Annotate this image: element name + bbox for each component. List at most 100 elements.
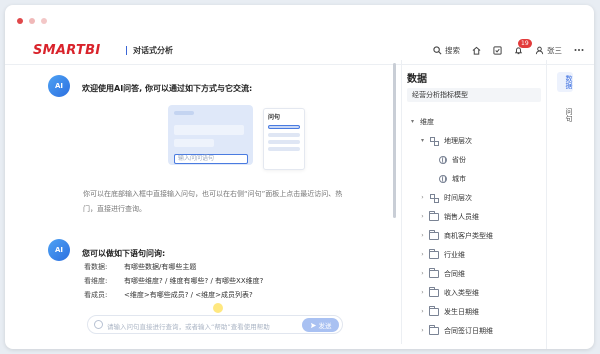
illustration-chat-card: 输入问问语句 (168, 105, 253, 165)
chevron-down-icon[interactable]: ▾ (409, 118, 416, 125)
maximize-window-dot[interactable] (41, 18, 47, 24)
tree-item-dimensions[interactable]: ▾ 维度 (401, 112, 546, 131)
tree-item-province[interactable]: 省份 (401, 150, 546, 169)
chevron-right-icon[interactable]: › (419, 213, 426, 220)
tree-item-label: 发生日期维 (444, 307, 479, 316)
tree-item-label: 商机客户类型维 (444, 231, 493, 240)
chevron-right-icon[interactable]: › (419, 251, 426, 258)
tree-item-revenue-type[interactable]: › 收入类型维 (401, 283, 546, 302)
hierarchy-icon (429, 136, 439, 146)
ai-avatar: AI (48, 75, 70, 97)
minimize-window-dot[interactable] (29, 18, 35, 24)
notification-button[interactable]: 19 (514, 38, 532, 55)
tree-item-time-hierarchy[interactable]: › 时间层次 (401, 188, 546, 207)
usage-hint: 你可以在底部输入框中直接输入问句，也可以在右侧“问句”面板上点击最近访问、热 门… (83, 187, 388, 217)
folder-icon (429, 324, 439, 335)
home-icon (472, 46, 481, 55)
question-value[interactable]: 有哪些数据/有哪些主题 (124, 260, 196, 274)
usage-hint-line: 门，直接进行查询。 (83, 205, 146, 213)
home-button[interactable] (472, 46, 481, 55)
folder-icon (429, 248, 439, 259)
illustration-input: 输入问问语句 (174, 154, 248, 164)
question-key: 看成员: (84, 291, 108, 299)
smartbi-logo[interactable]: SMARTBI (33, 43, 101, 58)
globe-icon (439, 174, 447, 183)
user-icon (535, 46, 544, 54)
question-example-row: 看数据: 有哪些数据/有哪些主题 (84, 260, 263, 274)
questions-title: 您可以做如下语句问询: (82, 249, 166, 258)
send-button[interactable]: 发送 (302, 318, 339, 332)
tree-item-label: 合同签订日期维 (444, 326, 493, 335)
user-menu[interactable]: 张三 (535, 45, 562, 56)
user-name: 张三 (547, 45, 562, 55)
folder-icon (429, 305, 439, 316)
folder-icon (429, 267, 439, 278)
chat-scrollbar[interactable] (393, 63, 397, 343)
chevron-right-icon[interactable]: › (419, 308, 426, 315)
data-panel-title: 数据 (407, 74, 427, 85)
illustration-bar (268, 140, 300, 144)
header-toolbar: 搜索 19 张三 (433, 38, 584, 57)
notification-badge: 19 (518, 38, 532, 48)
chevron-right-icon[interactable]: › (419, 232, 426, 239)
tree-item-label: 行业维 (444, 250, 465, 259)
more-button[interactable] (574, 48, 584, 52)
hierarchy-icon (429, 193, 439, 203)
page-title: 对话式分析 (133, 46, 173, 55)
illustration-line (174, 139, 214, 147)
illustration-bar (268, 133, 300, 137)
tab-data[interactable]: 数据 (557, 72, 573, 92)
folder-icon (429, 210, 439, 221)
tree-item-label: 收入类型维 (444, 288, 479, 297)
tree-item-industry[interactable]: › 行业维 (401, 245, 546, 264)
tree-item-geo-hierarchy[interactable]: ▾ 地理层次 (401, 131, 546, 150)
question-example-row: 看维度: 有哪些维度? / 维度有哪些? / 有哪些XX维度? (84, 274, 263, 288)
search-icon (433, 45, 442, 54)
app-window: SMARTBI 对话式分析 搜索 19 张三 AI 欢迎使用AI问答, 你可以通… (5, 5, 594, 349)
welcome-title: 欢迎使用AI问答, 你可以通过如下方式与它交流: (82, 84, 253, 93)
chevron-right-icon[interactable]: › (419, 270, 426, 277)
window-controls (17, 18, 47, 24)
tree-item-customer-type[interactable]: › 商机客户类型维 (401, 226, 546, 245)
close-window-dot[interactable] (17, 18, 23, 24)
question-value[interactable]: <维度>有哪些成员? / <维度>成员列表? (124, 288, 253, 302)
illustration-bar (268, 147, 300, 151)
illustration-panel-title: 问句 (268, 114, 281, 121)
chevron-right-icon[interactable]: › (419, 194, 426, 201)
title-divider (126, 46, 127, 55)
illustration-line (174, 111, 194, 115)
data-panel: 数据 经营分析指标模型 ▾ 维度 ▾ 地理层次 省份 城市 › 时间层次 › 销… (401, 60, 546, 344)
tab-questions[interactable]: 问句 (557, 108, 573, 122)
chevron-right-icon[interactable]: › (419, 289, 426, 296)
chevron-right-icon[interactable]: › (419, 327, 426, 334)
send-icon (310, 322, 316, 328)
tree-item-label: 时间层次 (444, 193, 472, 202)
more-icon (574, 49, 584, 51)
question-input[interactable]: 请输入问句直接进行查询，或者输入“帮助”查看使用帮助 发送 (87, 315, 343, 334)
question-value[interactable]: 有哪些维度? / 维度有哪些? / 有哪些XX维度? (124, 274, 263, 288)
tree-item-contract[interactable]: › 合同维 (401, 264, 546, 283)
usage-hint-line: 你可以在底部输入框中直接输入问句，也可以在右侧“问句”面板上点击最近访问、热 (83, 190, 343, 198)
tree-item-label: 合同维 (444, 269, 465, 278)
illustration-bar (268, 125, 300, 129)
checkbox-icon (493, 45, 502, 55)
illustration-line (174, 125, 244, 135)
tree-item-contract-sign-date[interactable]: › 合同签订日期维 (401, 321, 546, 340)
ai-avatar: AI (48, 239, 70, 261)
question-example-row: 看成员: <维度>有哪些成员? / <维度>成员列表? (84, 288, 263, 302)
tree-item-occurrence-date[interactable]: › 发生日期维 (401, 302, 546, 321)
dimension-tree: ▾ 维度 ▾ 地理层次 省份 城市 › 时间层次 › 销售人员维 › 商机客户类… (401, 112, 546, 340)
tree-item-city[interactable]: 城市 (401, 169, 546, 188)
question-examples: 看数据: 有哪些数据/有哪些主题 看维度: 有哪些维度? / 维度有哪些? / … (84, 260, 263, 302)
tree-item-label: 维度 (420, 117, 434, 126)
tree-item-label: 销售人员维 (444, 212, 479, 221)
tasks-button[interactable] (493, 45, 502, 55)
tree-item-sales-staff[interactable]: › 销售人员维 (401, 207, 546, 226)
tree-item-label: 城市 (452, 174, 466, 183)
search-button[interactable]: 搜索 (433, 45, 460, 56)
model-selector[interactable]: 经营分析指标模型 (407, 88, 541, 102)
chat-bubble-icon (94, 320, 103, 329)
question-input-placeholder: 请输入问句直接进行查询，或者输入“帮助”查看使用帮助 (107, 323, 270, 331)
chevron-down-icon[interactable]: ▾ (419, 137, 426, 144)
chat-scrollbar-thumb[interactable] (393, 63, 396, 218)
